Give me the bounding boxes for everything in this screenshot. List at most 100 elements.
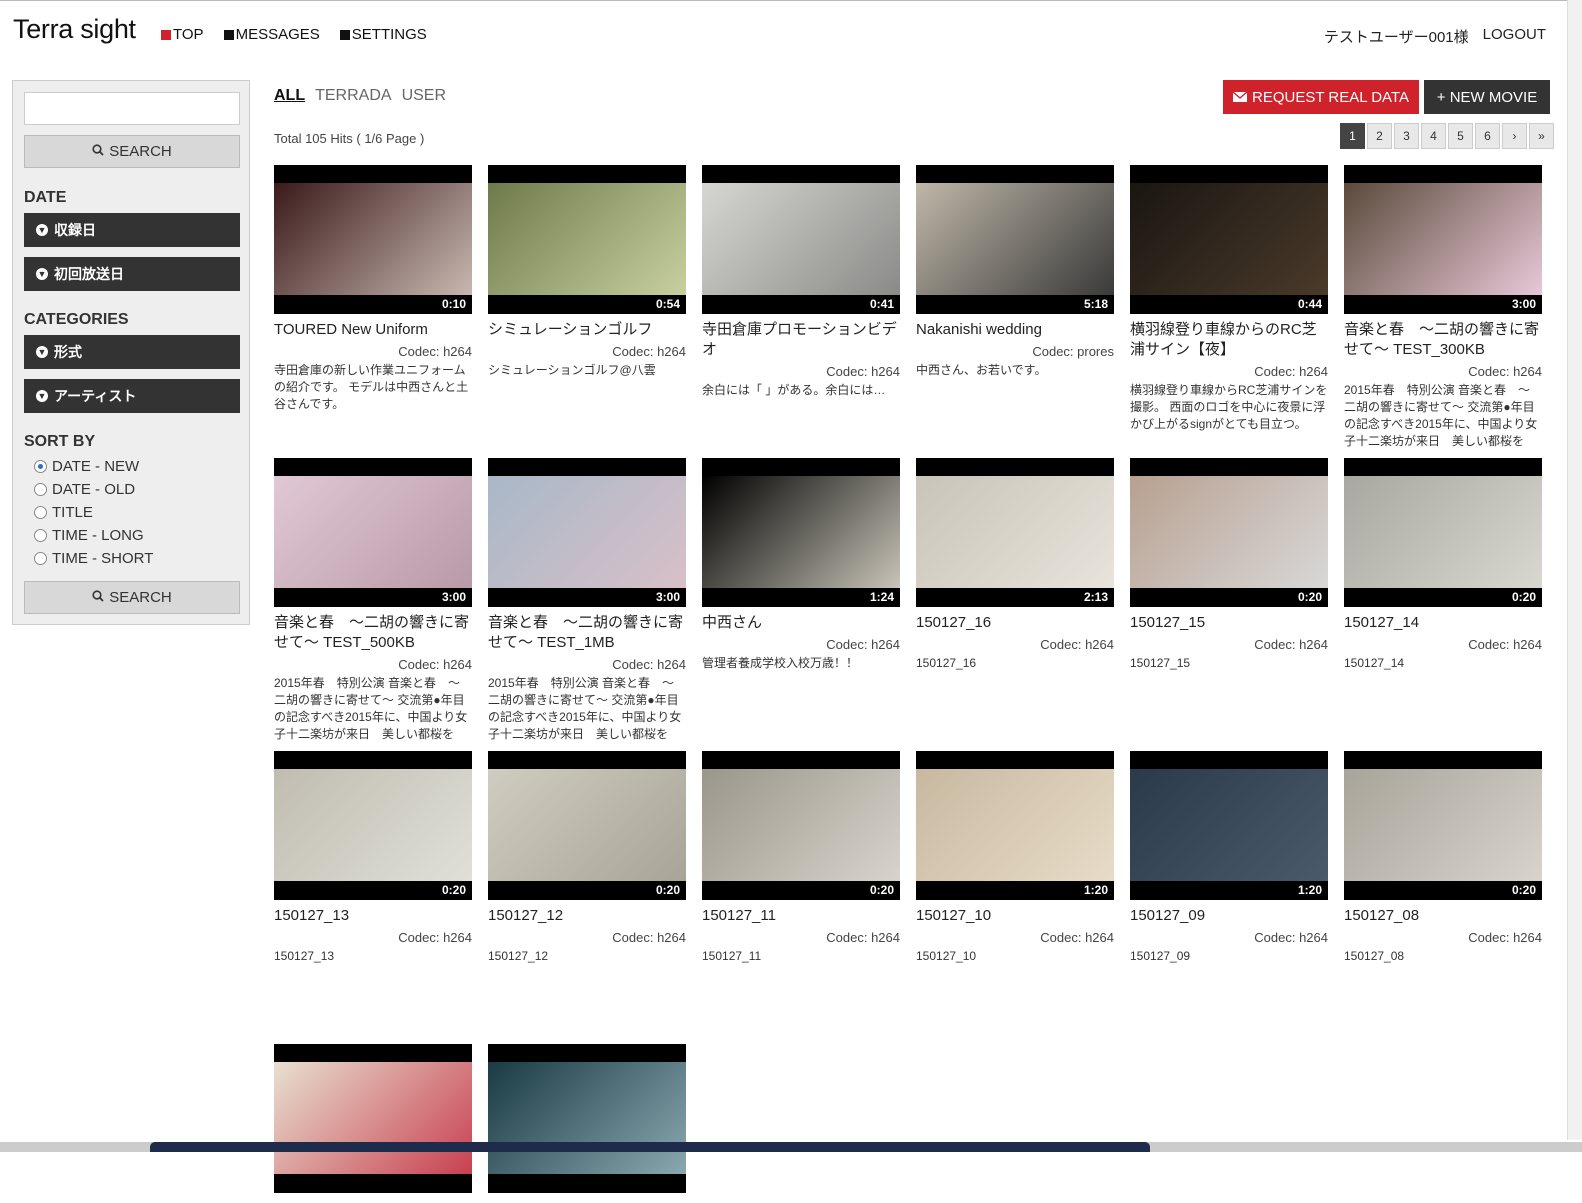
video-card[interactable]: 3:00 音楽と春 〜二胡の響きに寄せて〜 TEST_500KB Codec: h2…: [274, 458, 472, 743]
video-thumbnail[interactable]: 0:20: [702, 751, 900, 900]
tab-terrada[interactable]: TERRADA: [315, 87, 391, 105]
page-button[interactable]: 2: [1367, 123, 1392, 149]
video-card[interactable]: 2:13 150127_16 Codec: h264 150127_16: [916, 458, 1114, 672]
video-thumbnail[interactable]: 0:54: [488, 165, 686, 314]
video-thumbnail[interactable]: 0:20: [274, 751, 472, 900]
video-title[interactable]: 150127_10: [916, 906, 1114, 926]
category-format-button[interactable]: ▼ 形式: [24, 335, 240, 369]
video-thumbnail[interactable]: 1:20: [916, 751, 1114, 900]
video-title[interactable]: Nakanishi wedding: [916, 320, 1114, 340]
video-card[interactable]: 0:44 横羽線登り車線からのRC芝浦サイン【夜】 Codec: h264 横羽線登り…: [1130, 165, 1328, 433]
search-input[interactable]: [24, 92, 240, 125]
video-title[interactable]: 150127_08: [1344, 906, 1542, 926]
sort-option-title[interactable]: TITLE: [34, 504, 93, 521]
video-title[interactable]: 150127_16: [916, 613, 1114, 633]
video-title[interactable]: 中西さん: [702, 613, 900, 633]
tab-user[interactable]: USER: [402, 87, 446, 105]
video-card[interactable]: 0:20 150127_11 Codec: h264 150127_11: [702, 751, 900, 965]
sort-option-time-long[interactable]: TIME - LONG: [34, 527, 144, 544]
vertical-scrollbar[interactable]: [1567, 0, 1582, 1140]
horizontal-scrollbar[interactable]: [0, 1142, 1582, 1152]
video-thumbnail[interactable]: 5:18: [916, 165, 1114, 314]
video-thumbnail[interactable]: 3:00: [488, 458, 686, 607]
page-button[interactable]: 4: [1421, 123, 1446, 149]
video-thumbnail[interactable]: 0:44: [1130, 165, 1328, 314]
page-button[interactable]: 5: [1448, 123, 1473, 149]
video-thumbnail[interactable]: 1:24: [702, 458, 900, 607]
video-thumbnail[interactable]: 0:20: [1344, 458, 1542, 607]
logout-link[interactable]: LOGOUT: [1483, 26, 1546, 47]
brand-logo[interactable]: Terra sight: [13, 14, 136, 45]
sort-option-time-short[interactable]: TIME - SHORT: [34, 550, 153, 567]
tab-all[interactable]: ALL: [274, 87, 305, 105]
nav-messages[interactable]: MESSAGES: [223, 26, 320, 43]
video-title[interactable]: 150127_12: [488, 906, 686, 926]
video-card[interactable]: [274, 1044, 472, 1203]
video-thumbnail[interactable]: 2:13: [916, 458, 1114, 607]
search-button[interactable]: SEARCH: [24, 135, 240, 168]
video-thumbnail[interactable]: 0:20: [1130, 458, 1328, 607]
page-button[interactable]: »: [1529, 123, 1554, 149]
video-title[interactable]: 寺田倉庫プロモーションビデオ: [702, 320, 900, 360]
sort-option-date-new[interactable]: DATE - NEW: [34, 458, 139, 475]
video-title[interactable]: シミュレーションゴルフ: [488, 320, 686, 340]
video-title[interactable]: 音楽と春 〜二胡の響きに寄せて〜 TEST_300KB: [1344, 320, 1542, 360]
date-recorded-button[interactable]: ▼ 収録日: [24, 213, 240, 247]
video-thumbnail[interactable]: 0:20: [488, 751, 686, 900]
thumbnail-image: [1130, 183, 1328, 295]
video-card[interactable]: 0:20 150127_08 Codec: h264 150127_08: [1344, 751, 1542, 965]
search-button-bottom[interactable]: SEARCH: [24, 581, 240, 614]
video-title[interactable]: 音楽と春 〜二胡の響きに寄せて〜 TEST_1MB: [488, 613, 686, 653]
video-card[interactable]: 0:41 寺田倉庫プロモーションビデオ Codec: h264 余白には「 」がある。…: [702, 165, 900, 399]
video-card[interactable]: 1:24 中西さん Codec: h264 管理者養成学校入校万歳！！: [702, 458, 900, 672]
video-thumbnail[interactable]: 1:20: [1130, 751, 1328, 900]
video-title[interactable]: 音楽と春 〜二胡の響きに寄せて〜 TEST_500KB: [274, 613, 472, 653]
video-thumbnail[interactable]: 3:00: [274, 458, 472, 607]
video-card[interactable]: 0:20 150127_12 Codec: h264 150127_12: [488, 751, 686, 965]
video-title[interactable]: 150127_09: [1130, 906, 1328, 926]
sort-option-date-old[interactable]: DATE - OLD: [34, 481, 135, 498]
page-button[interactable]: 1: [1340, 123, 1365, 149]
video-thumbnail[interactable]: 0:10: [274, 165, 472, 314]
video-card[interactable]: 1:20 150127_10 Codec: h264 150127_10: [916, 751, 1114, 965]
video-thumbnail[interactable]: [488, 1044, 686, 1193]
video-thumbnail[interactable]: 3:00: [1344, 165, 1542, 314]
duration-badge: 2:13: [1083, 590, 1108, 604]
video-title[interactable]: 150127_13: [274, 906, 472, 926]
video-thumbnail[interactable]: 0:20: [1344, 751, 1542, 900]
nav-label: SETTINGS: [351, 26, 427, 43]
video-card[interactable]: 3:00 音楽と春 〜二胡の響きに寄せて〜 TEST_1MB Codec: h264…: [488, 458, 686, 743]
video-title[interactable]: 150127_14: [1344, 613, 1542, 633]
video-thumbnail[interactable]: [274, 1044, 472, 1193]
video-card[interactable]: 0:10 TOURED New Uniform Codec: h264 寺田倉庫の新し…: [274, 165, 472, 413]
video-title[interactable]: 横羽線登り車線からのRC芝浦サイン【夜】: [1130, 320, 1328, 360]
page-button[interactable]: 3: [1394, 123, 1419, 149]
video-card[interactable]: 0:54 シミュレーションゴルフ Codec: h264 シミュレーションゴルフ@八雲: [488, 165, 686, 379]
video-title[interactable]: 150127_15: [1130, 613, 1328, 633]
user-name[interactable]: テストユーザー001様: [1324, 26, 1469, 47]
video-card[interactable]: [488, 1044, 686, 1203]
request-real-data-button[interactable]: REQUEST REAL DATA: [1223, 80, 1419, 114]
video-card[interactable]: 0:20 150127_15 Codec: h264 150127_15: [1130, 458, 1328, 672]
scrollbar-thumb[interactable]: [150, 1142, 1150, 1152]
page-button[interactable]: 6: [1475, 123, 1500, 149]
nav-top[interactable]: TOP: [161, 26, 204, 43]
video-title[interactable]: TOURED New Uniform: [274, 320, 472, 340]
page-button[interactable]: ›: [1502, 123, 1527, 149]
nav-settings[interactable]: SETTINGS: [339, 26, 427, 43]
video-card[interactable]: 0:20 150127_13 Codec: h264 150127_13: [274, 751, 472, 965]
sort-heading: SORT BY: [24, 433, 96, 450]
video-card[interactable]: 0:20 150127_14 Codec: h264 150127_14: [1344, 458, 1542, 672]
duration-badge: 1:20: [1083, 883, 1108, 897]
new-movie-button[interactable]: + NEW MOVIE: [1424, 80, 1550, 114]
duration-badge: 5:18: [1083, 297, 1108, 311]
video-card[interactable]: 1:20 150127_09 Codec: h264 150127_09: [1130, 751, 1328, 965]
date-first-broadcast-button[interactable]: ▼ 初回放送日: [24, 257, 240, 291]
category-artist-button[interactable]: ▼ アーティスト: [24, 379, 240, 413]
date-button-label: 収録日: [54, 222, 96, 238]
video-title[interactable]: 150127_11: [702, 906, 900, 926]
video-thumbnail[interactable]: 0:41: [702, 165, 900, 314]
video-card[interactable]: 3:00 音楽と春 〜二胡の響きに寄せて〜 TEST_300KB Codec: h2…: [1344, 165, 1542, 450]
request-button-label: REQUEST REAL DATA: [1252, 88, 1409, 106]
video-card[interactable]: 5:18 Nakanishi wedding Codec: prores 中西さん、お…: [916, 165, 1114, 379]
